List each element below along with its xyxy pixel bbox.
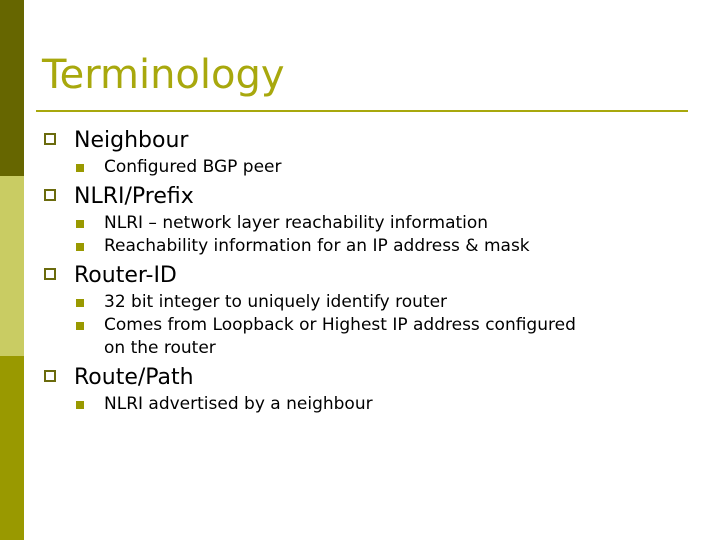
bullet-level2: NLRI – network layer reachability inform… [36,212,696,235]
bullet-level2-label: 32 bit integer to uniquely identify rout… [104,292,448,312]
decorative-sidebar [0,0,24,540]
filled-square-bullet-icon [76,243,84,251]
bullet-level2-label: Reachability information for an IP addre… [104,236,530,256]
title-underline-rule [36,110,688,112]
filled-square-bullet-icon [76,401,84,409]
bullet-level2-continuation: on the router [104,338,216,358]
slide-title: Terminology [42,52,285,98]
bullet-level1-label: Router-ID [74,263,177,288]
hollow-square-bullet-icon [44,268,56,280]
bullet-level2: 32 bit integer to uniquely identify rout… [36,291,696,314]
sidebar-band-bottom [0,356,24,540]
hollow-square-bullet-icon [44,189,56,201]
bullet-level1: Router-ID [36,261,696,291]
bullet-level1: Route/Path [36,363,696,393]
bullet-level2-label: NLRI – network layer reachability inform… [104,213,489,233]
bullet-group: NLRI/Prefix NLRI – network layer reachab… [36,182,696,258]
bullet-level1: Neighbour [36,126,696,156]
bullet-level2-label: NLRI advertised by a neighbour [104,394,373,414]
bullet-level2: Configured BGP peer [36,156,696,179]
sidebar-band-top [0,0,24,176]
bullet-level1: NLRI/Prefix [36,182,696,212]
bullet-level2: Comes from Loopback or Highest IP addres… [36,314,696,360]
bullet-level2: Reachability information for an IP addre… [36,235,696,258]
bullet-group: Neighbour Configured BGP peer [36,126,696,179]
hollow-square-bullet-icon [44,370,56,382]
filled-square-bullet-icon [76,220,84,228]
bullet-group: Route/Path NLRI advertised by a neighbou… [36,363,696,416]
bullet-level1-label: NLRI/Prefix [74,184,194,209]
bullet-level2: NLRI advertised by a neighbour [36,393,696,416]
filled-square-bullet-icon [76,322,84,330]
filled-square-bullet-icon [76,164,84,172]
bullet-level1-label: Route/Path [74,365,194,390]
bullet-level2-label: Comes from Loopback or Highest IP addres… [104,315,576,335]
filled-square-bullet-icon [76,299,84,307]
hollow-square-bullet-icon [44,133,56,145]
bullet-level2-label: Configured BGP peer [104,157,282,177]
bullet-level1-label: Neighbour [74,128,189,153]
slide-canvas: Terminology Neighbour Configured BGP pee… [0,0,720,540]
sidebar-band-middle [0,176,24,356]
bullet-list: Neighbour Configured BGP peer NLRI/Prefi… [36,126,696,419]
bullet-group: Router-ID 32 bit integer to uniquely ide… [36,261,696,360]
